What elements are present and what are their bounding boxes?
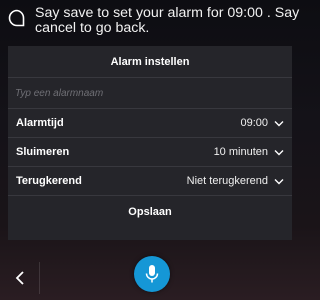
chevron-down-icon xyxy=(274,178,284,184)
microphone-icon xyxy=(145,265,159,283)
alarm-name-input[interactable] xyxy=(8,78,292,108)
snooze-dropdown[interactable]: 10 minuten xyxy=(214,146,284,158)
alarm-card: Alarm instellen Alarmtijd 09:00 Sluimere… xyxy=(8,46,292,240)
recurring-label: Terugkerend xyxy=(16,175,82,187)
voice-prompt-line-1: Say save to set your alarm for 09:00 . S… xyxy=(35,5,300,21)
chevron-down-icon xyxy=(274,149,284,155)
alarm-time-dropdown[interactable]: 09:00 xyxy=(240,117,284,129)
voice-prompt-text: Say save to set your alarm for 09:00 . S… xyxy=(35,6,299,36)
snooze-row[interactable]: Sluimeren 10 minuten xyxy=(8,137,292,166)
voice-prompt-line-2: cancel to go back. xyxy=(35,20,150,36)
save-button[interactable]: Opslaan xyxy=(8,195,292,227)
alarm-time-value: 09:00 xyxy=(240,117,268,129)
snooze-value: 10 minuten xyxy=(213,146,268,158)
recurring-value: Niet terugkerend xyxy=(186,175,268,187)
voice-prompt-bar: Say save to set your alarm for 09:00 . S… xyxy=(0,0,300,42)
alarm-card-title: Alarm instellen xyxy=(8,46,292,78)
assistant-bubble-icon xyxy=(8,9,25,27)
back-button[interactable] xyxy=(0,256,40,300)
microphone-button[interactable] xyxy=(134,256,170,292)
snooze-label: Sluimeren xyxy=(16,146,70,158)
alarm-time-row[interactable]: Alarmtijd 09:00 xyxy=(8,108,292,137)
chevron-down-icon xyxy=(274,120,284,126)
alarm-time-label: Alarmtijd xyxy=(16,117,64,129)
chevron-left-icon xyxy=(15,271,24,285)
recurring-dropdown[interactable]: Niet terugkerend xyxy=(187,175,284,187)
recurring-row[interactable]: Terugkerend Niet terugkerend xyxy=(8,166,292,195)
